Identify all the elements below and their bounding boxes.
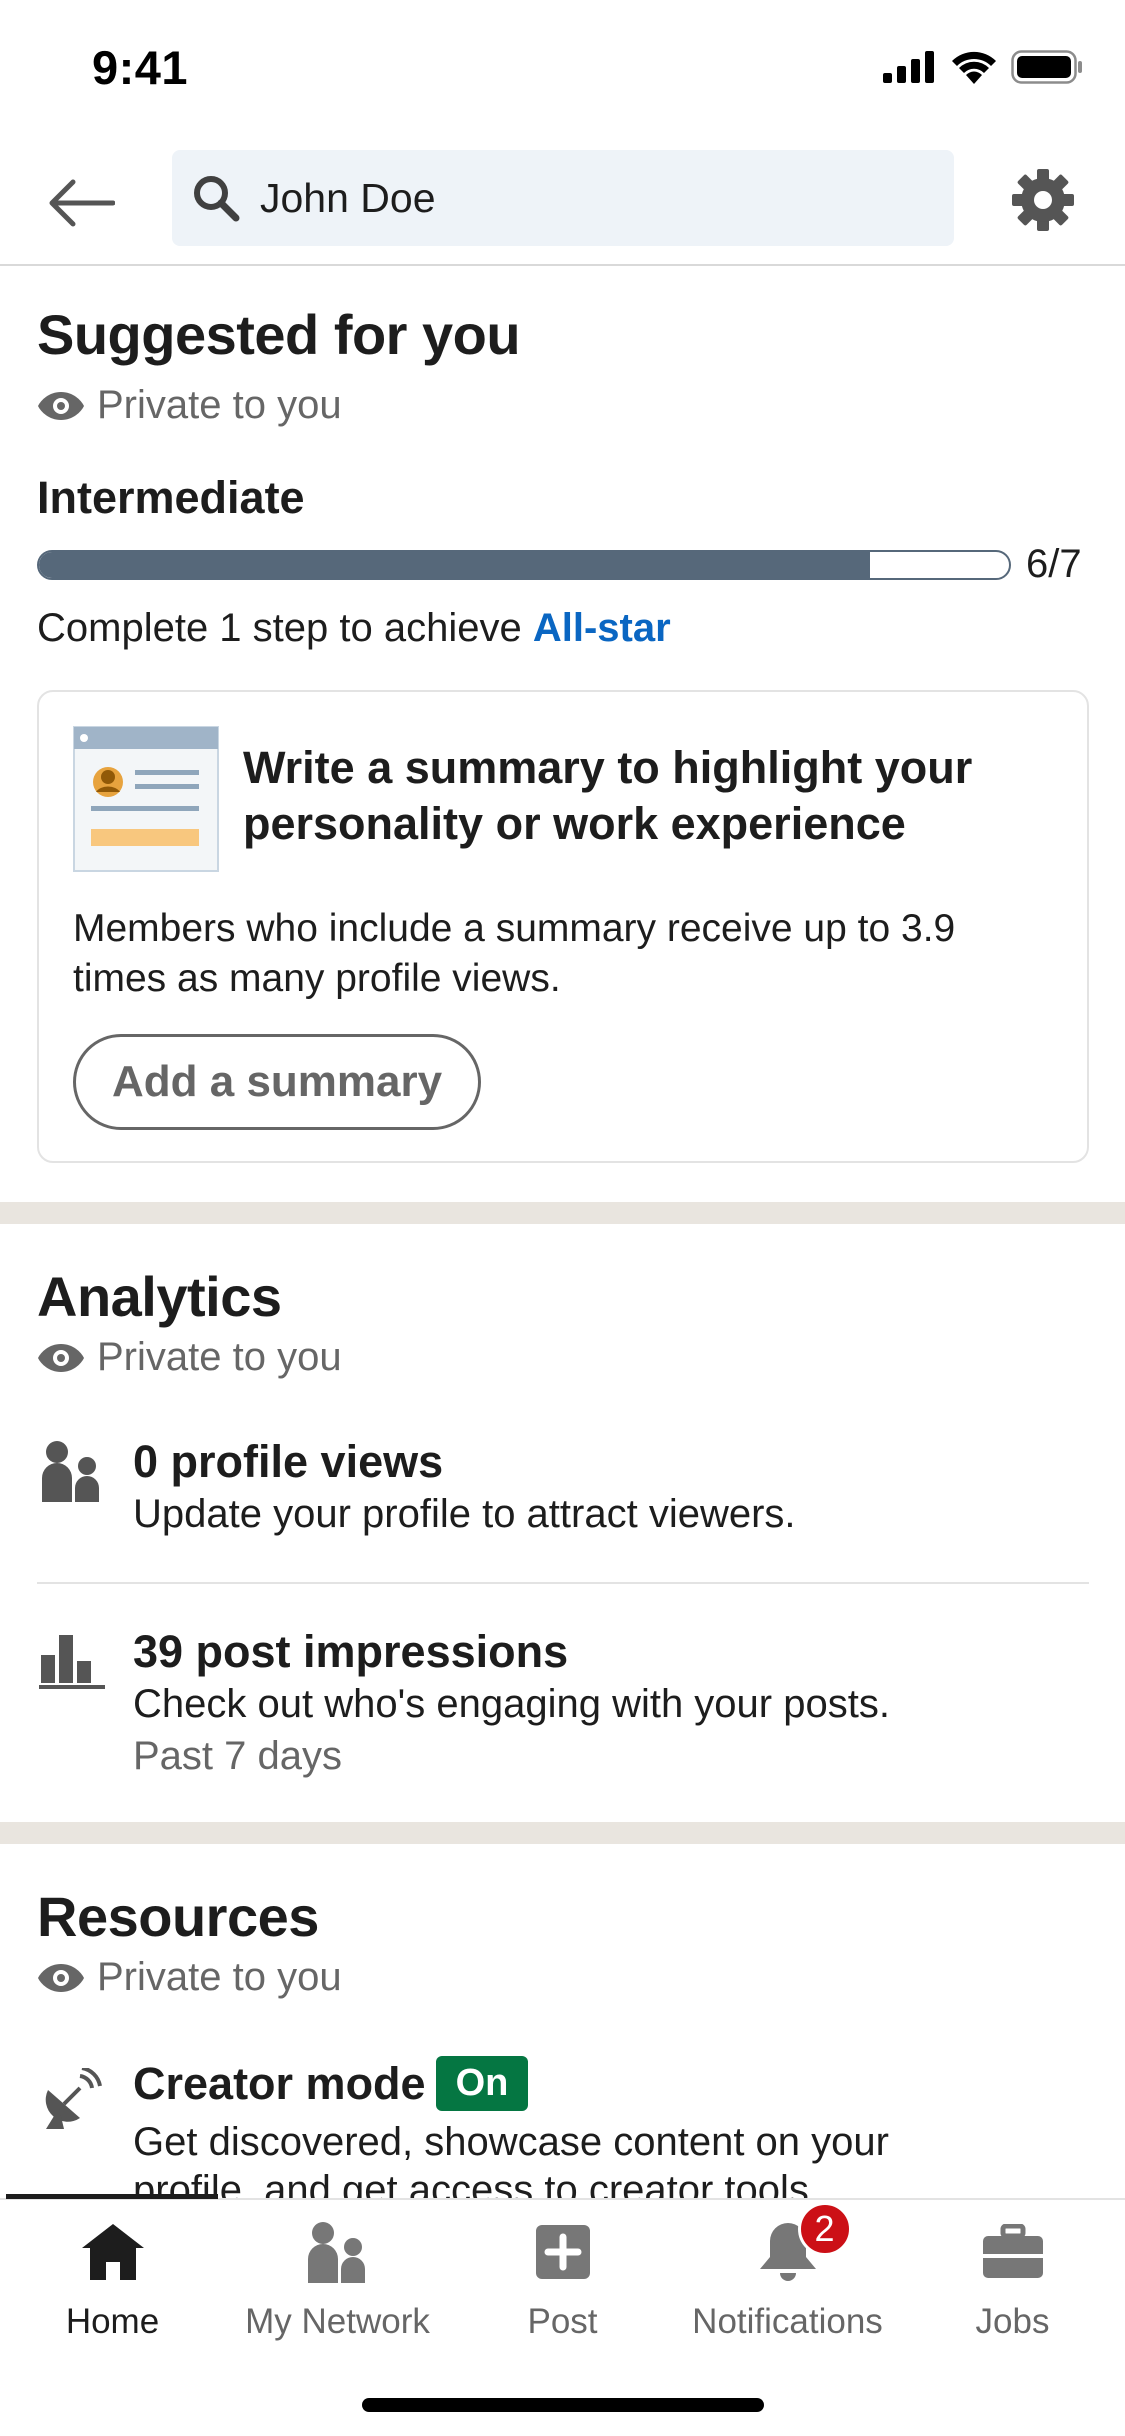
resources-title: Resources xyxy=(37,1885,319,1948)
metric-title: 39 post impressions xyxy=(133,1626,569,1677)
all-star-link[interactable]: All-star xyxy=(533,606,671,650)
gear-icon xyxy=(1012,169,1074,231)
achieve-prefix: Complete 1 step to achieve xyxy=(37,606,533,650)
nav-label: Notifications xyxy=(692,2302,883,2341)
nav-active-indicator xyxy=(6,2194,218,2199)
search-input[interactable]: John Doe xyxy=(172,150,954,246)
creator-mode-description: Get discovered, showcase content on your xyxy=(133,2120,889,2164)
search-icon xyxy=(188,170,244,226)
progress-fill xyxy=(39,552,871,578)
suggested-privacy: Private to you xyxy=(37,383,342,428)
bell-icon: 2 xyxy=(752,2202,852,2288)
metric-title: 0 profile views xyxy=(133,1436,444,1487)
people-icon xyxy=(37,1436,107,1506)
nav-home[interactable]: Home xyxy=(0,2216,225,2366)
post-impressions-row[interactable]: 39 post impressions Check out who's enga… xyxy=(37,1620,1089,1790)
nav-jobs[interactable]: Jobs xyxy=(900,2216,1125,2366)
wifi-icon xyxy=(952,51,996,84)
back-button[interactable] xyxy=(44,166,118,240)
satellite-dish-icon xyxy=(37,2064,107,2134)
creator-mode-title-wrap: Creator mode On xyxy=(133,2056,529,2111)
nav-label: My Network xyxy=(245,2302,430,2341)
profile-strength-progress xyxy=(37,550,1011,580)
suggested-title: Suggested for you xyxy=(37,303,521,366)
privacy-label: Private to you xyxy=(97,1955,342,1999)
network-icon xyxy=(302,2216,374,2288)
settings-button[interactable] xyxy=(1007,164,1079,236)
cellular-signal-icon xyxy=(883,51,934,83)
creator-mode-description-cont: profile, and get access to creator tools… xyxy=(133,2168,821,2198)
profile-views-row[interactable]: 0 profile views Update your profile to a… xyxy=(37,1430,1089,1560)
nav-label: Home xyxy=(65,2302,160,2341)
profile-card-illustration-icon xyxy=(73,726,219,872)
briefcase-icon xyxy=(977,2216,1049,2288)
privacy-label: Private to you xyxy=(97,383,342,427)
privacy-label: Private to you xyxy=(97,1335,342,1379)
top-bar: John Doe xyxy=(0,140,1125,266)
eye-icon xyxy=(38,1963,84,1992)
nav-label: Post xyxy=(527,2302,598,2341)
add-summary-button[interactable]: Add a summary xyxy=(73,1034,482,1130)
status-time: 9:41 xyxy=(92,41,189,94)
card-title: Write a summary to highlight your person… xyxy=(243,742,973,849)
status-icons xyxy=(883,50,1083,84)
nav-notifications[interactable]: 2 Notifications xyxy=(675,2202,900,2366)
bar-chart-icon xyxy=(37,1626,107,1696)
metric-period: Past 7 days xyxy=(133,1734,343,1778)
profile-level: Intermediate xyxy=(37,472,305,523)
analytics-title: Analytics xyxy=(37,1265,282,1328)
achieve-text: Complete 1 step to achieve All-star xyxy=(37,606,671,651)
search-value: John Doe xyxy=(260,174,436,221)
eye-icon xyxy=(38,391,84,420)
eye-icon xyxy=(38,1343,84,1372)
section-divider xyxy=(0,1822,1125,1844)
section-divider xyxy=(0,1202,1125,1224)
notification-count-badge: 2 xyxy=(797,2202,852,2256)
card-body: Members who include a summary receive up… xyxy=(73,907,956,1000)
creator-mode-status-badge: On xyxy=(435,2056,529,2111)
arrow-left-icon xyxy=(49,179,115,227)
home-icon xyxy=(77,2216,149,2288)
nav-label: Jobs xyxy=(975,2302,1050,2341)
row-divider xyxy=(37,1582,1089,1584)
metric-subtitle: Check out who's engaging with your posts… xyxy=(133,1682,890,1726)
nav-my-network[interactable]: My Network xyxy=(225,2216,450,2366)
nav-post[interactable]: Post xyxy=(450,2216,675,2366)
status-bar: 9:41 xyxy=(0,0,1125,140)
resources-privacy: Private to you xyxy=(37,1955,342,2000)
battery-icon xyxy=(1011,50,1082,84)
home-indicator[interactable] xyxy=(362,2398,764,2412)
progress-count: 6/7 xyxy=(1026,542,1082,586)
summary-suggestion-card: Write a summary to highlight your person… xyxy=(37,690,1089,1163)
analytics-privacy: Private to you xyxy=(37,1335,342,1380)
creator-mode-row[interactable]: Creator mode On Get discovered, showcase … xyxy=(37,2052,1089,2198)
metric-subtitle: Update your profile to attract viewers. xyxy=(133,1492,796,1536)
post-icon xyxy=(527,2216,599,2288)
creator-mode-title: Creator mode xyxy=(133,2058,426,2109)
